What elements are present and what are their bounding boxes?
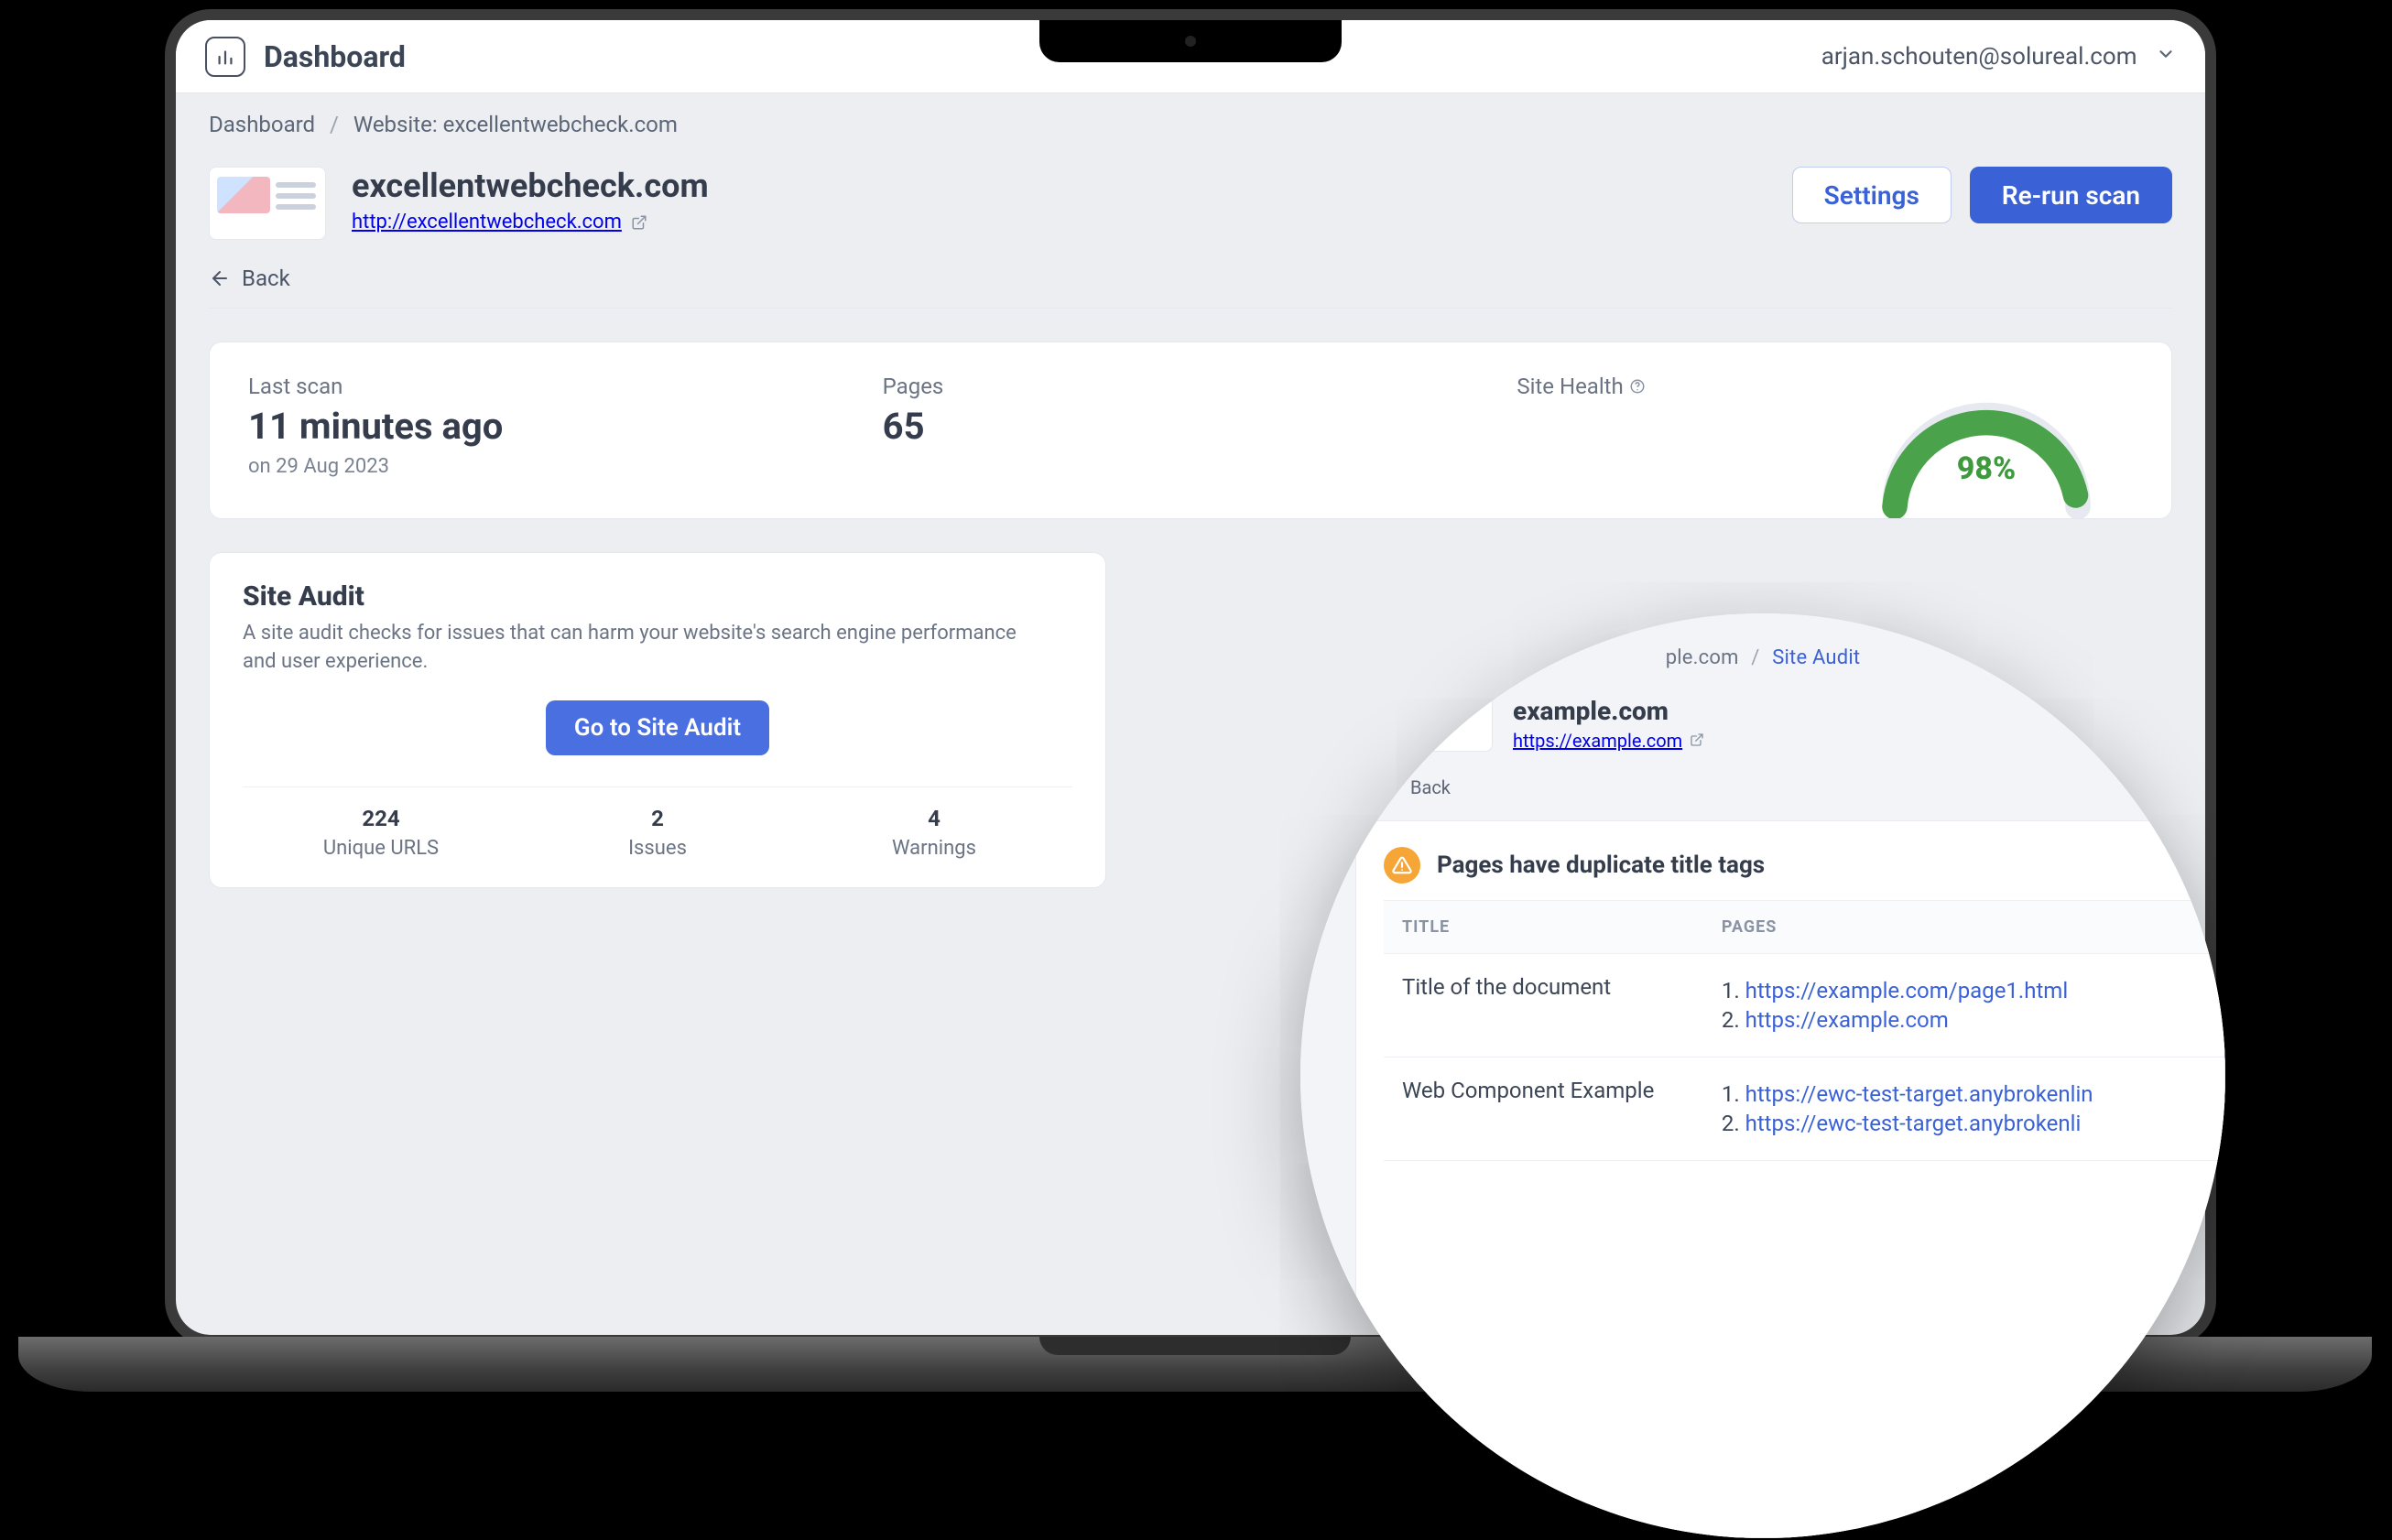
mini-stat-issues: 2 Issues [519,806,796,860]
stat-value: 11 minutes ago [248,405,864,448]
site-header: excellentwebcheck.com http://excellentwe… [209,167,2172,240]
stat-label: Pages [883,374,1499,399]
zoom-site-url-link[interactable]: https://example.com [1513,730,1682,752]
site-name-block: excellentwebcheck.com http://excellentwe… [352,167,709,233]
app-logo[interactable] [205,37,245,77]
stat-last-scan: Last scan 11 minutes ago on 29 Aug 2023 [248,374,864,478]
cell-title: Web Component Example [1384,1057,1703,1161]
help-icon[interactable] [1629,378,1646,395]
zoom-back-link[interactable]: Back [1383,776,1451,798]
zoom-crumb-page[interactable]: Site Audit [1772,646,1860,669]
site-url-link[interactable]: http://excellentwebcheck.com [352,211,622,233]
chevron-down-icon [2156,43,2176,70]
mini-stat-value: 224 [243,806,519,831]
cell-pages: https://example.com/page1.html https://e… [1703,954,2224,1057]
arrow-left-icon [209,267,231,289]
page-link[interactable]: https://example.com/page1.html [1745,978,2069,1003]
audit-title: Site Audit [243,580,1072,613]
health-percentage: 98% [1867,450,2105,487]
zoom-back-label: Back [1410,776,1451,798]
warning-icon [1384,847,1420,884]
mini-stat-label: Issues [519,837,796,860]
rerun-scan-button[interactable]: Re-run scan [1970,167,2172,223]
settings-button[interactable]: Settings [1792,167,1952,223]
zoom-breadcrumb: ple.com / Site Audit [1300,646,2225,669]
stats-panel: Last scan 11 minutes ago on 29 Aug 2023 … [209,342,2172,519]
laptop-notch [1039,20,1342,62]
page-link[interactable]: https://example.com [1745,1007,1949,1033]
stat-pages: Pages 65 [883,374,1499,478]
zoom-site-title: example.com [1513,696,1704,726]
zoom-callout: ple.com / Site Audit example.com https:/… [1300,613,2225,1538]
external-link-icon [1690,730,1704,752]
cell-title: Title of the document [1384,954,1703,1057]
mini-stat-warnings: 4 Warnings [796,806,1072,860]
zoom-site-header: example.com https://example.com [1410,696,2115,752]
arrow-left-icon [1383,778,1401,797]
breadcrumb: Dashboard / Website: excellentwebcheck.c… [176,93,2205,145]
page-link[interactable]: https://ewc-test-target.anybrokenli [1745,1111,2082,1136]
back-label: Back [242,266,290,291]
stat-label: Last scan [248,374,864,399]
back-link[interactable]: Back [209,266,290,291]
breadcrumb-separator: / [330,112,339,137]
mini-stat-value: 4 [796,806,1072,831]
stat-site-health: Site Health 98% [1517,374,2133,478]
site-thumbnail [209,167,326,240]
audit-mini-stats: 224 Unique URLS 2 Issues 4 Warnings [243,786,1072,860]
mini-stat-label: Unique URLS [243,837,519,860]
go-to-site-audit-button[interactable]: Go to Site Audit [546,700,769,755]
breadcrumb-item-website: Website: excellentwebcheck.com [353,112,678,137]
issue-title: Pages have duplicate title tags [1437,851,1765,879]
divider [209,308,2172,309]
site-title: excellentwebcheck.com [352,167,709,205]
site-actions: Settings Re-run scan [1792,167,2172,223]
mini-stat-unique-urls: 224 Unique URLS [243,806,519,860]
stat-sub: on 29 Aug 2023 [248,455,864,478]
stat-label: Site Health [1517,374,1623,399]
zoom-crumb-site: ple.com [1666,646,1739,669]
health-gauge: 98% [1867,381,2105,518]
page-link[interactable]: https://ewc-test-target.anybrokenlin [1745,1081,2093,1107]
breadcrumb-item-dashboard[interactable]: Dashboard [209,112,315,137]
table-row: Title of the document https://example.co… [1384,954,2224,1057]
cell-pages: https://ewc-test-target.anybrokenlin htt… [1703,1057,2224,1161]
zoom-issue-panel: Pages have duplicate title tags TITLE PA… [1355,820,2225,1538]
page-title: Dashboard [264,39,406,74]
user-menu[interactable]: arjan.schouten@solureal.com [1821,43,2176,70]
col-title: TITLE [1384,901,1703,954]
site-audit-card: Site Audit A site audit checks for issue… [209,552,1106,888]
external-link-icon [631,214,647,231]
stat-value: 65 [883,405,1499,448]
audit-description: A site audit checks for issues that can … [243,620,1049,677]
mini-stat-value: 2 [519,806,796,831]
bar-chart-icon [215,47,235,67]
table-row: Web Component Example https://ewc-test-t… [1384,1057,2224,1161]
user-email-text: arjan.schouten@solureal.com [1821,43,2137,70]
zoom-site-thumbnail [1410,697,1493,752]
duplicate-titles-table: TITLE PAGES Title of the document https:… [1384,900,2224,1161]
mini-stat-label: Warnings [796,837,1072,860]
col-pages: PAGES [1703,901,2224,954]
